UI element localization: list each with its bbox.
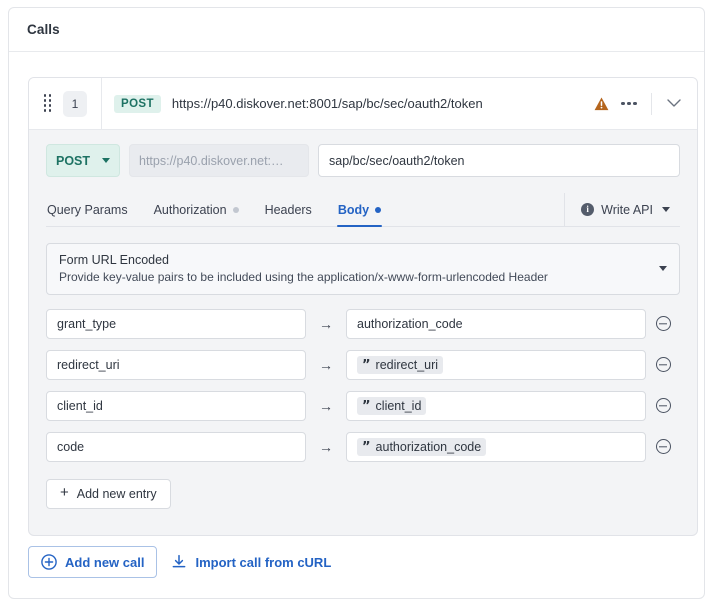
variable-chip: ” redirect_uri <box>357 355 444 374</box>
chevron-down-icon <box>662 207 670 212</box>
import-curl-button[interactable]: Import call from cURL <box>171 546 331 578</box>
actions-divider <box>651 92 652 115</box>
minus-circle-icon <box>655 398 671 414</box>
page-title: Calls <box>27 22 60 37</box>
entry-value-text: authorization_code <box>357 316 463 331</box>
tab-authorization[interactable]: Authorization <box>143 193 250 226</box>
request-url-row: POST https://p40.diskover.net:… sap/bc/s… <box>46 144 680 177</box>
call-sequence-badge: 1 <box>63 90 87 117</box>
request-path-input[interactable]: sap/bc/sec/oauth2/token <box>318 144 680 177</box>
calls-panel: Calls 1 POST https://p40.diskover.net:80… <box>8 7 705 599</box>
entry-value-input[interactable]: ” client_id <box>346 390 646 421</box>
download-icon <box>173 554 186 568</box>
form-entry-row: redirect_uri → ” redirect_uri <box>46 349 680 380</box>
chevron-down-icon <box>102 158 110 163</box>
remove-entry-button[interactable] <box>646 439 680 455</box>
body-type-description: Provide key-value pairs to be included u… <box>59 269 548 284</box>
tab-label: Query Params <box>47 202 128 217</box>
form-entry-row: code → ” authorization_code <box>46 431 680 462</box>
body-type-select[interactable]: Form URL Encoded Provide key-value pairs… <box>46 243 680 295</box>
warning-triangle-icon[interactable] <box>588 91 614 117</box>
quote-icon: ” <box>362 399 371 415</box>
add-new-entry-label: Add new entry <box>76 486 157 501</box>
entry-key-input[interactable]: redirect_uri <box>46 349 306 380</box>
more-options-icon[interactable] <box>616 91 642 117</box>
remove-entry-button[interactable] <box>646 316 680 332</box>
entry-key-input[interactable]: client_id <box>46 390 306 421</box>
form-entries-list: grant_type → authorization_code redirect… <box>46 308 680 462</box>
quote-icon: ” <box>362 440 371 456</box>
add-new-entry-button[interactable]: + Add new entry <box>46 478 171 509</box>
entry-key-value: client_id <box>57 398 103 413</box>
entry-value-input[interactable]: authorization_code <box>346 308 646 339</box>
remove-entry-button[interactable] <box>646 398 680 414</box>
call-url-text: https://p40.diskover.net:8001/sap/bc/sec… <box>171 96 483 111</box>
body-type-texts: Form URL Encoded Provide key-value pairs… <box>59 252 659 286</box>
calls-footer: Add new call Import call from cURL <box>28 546 331 578</box>
arrow-right-icon: → <box>319 397 333 414</box>
chevron-down-icon[interactable] <box>661 91 687 117</box>
method-select[interactable]: POST <box>46 144 120 177</box>
entry-key-value: grant_type <box>57 316 117 331</box>
tab-query-params[interactable]: Query Params <box>46 193 139 226</box>
import-curl-label: Import call from cURL <box>195 554 332 570</box>
base-url-placeholder: https://p40.diskover.net:… <box>139 153 284 168</box>
call-card-header[interactable]: 1 POST https://p40.diskover.net:8001/sap… <box>29 77 697 130</box>
header-divider <box>101 77 102 130</box>
panel-header: Calls <box>9 8 704 52</box>
request-tabs: Query Params Authorization Headers Body … <box>46 193 680 227</box>
entry-key-input[interactable]: grant_type <box>46 308 306 339</box>
entry-value-input[interactable]: ” redirect_uri <box>346 349 646 380</box>
add-new-call-button[interactable]: Add new call <box>28 546 158 578</box>
method-badge: POST <box>114 94 161 113</box>
minus-circle-icon <box>655 316 671 332</box>
tab-status-dot-icon <box>232 206 239 213</box>
call-header-actions <box>588 91 687 117</box>
call-card: 1 POST https://p40.diskover.net:8001/sap… <box>28 77 698 536</box>
tab-status-dot-icon <box>375 206 382 213</box>
method-select-value: POST <box>56 153 91 168</box>
entry-value-text: redirect_uri <box>375 357 439 372</box>
minus-circle-icon <box>655 357 671 373</box>
tab-label: Authorization <box>153 202 227 217</box>
tabs-spacer <box>396 193 564 226</box>
variable-chip: ” client_id <box>357 396 427 415</box>
write-api-label: Write API <box>601 202 653 217</box>
tab-body[interactable]: Body <box>327 193 392 227</box>
request-path-value: sap/bc/sec/oauth2/token <box>329 153 465 168</box>
body-type-title: Form URL Encoded <box>59 253 169 267</box>
quote-icon: ” <box>362 358 371 374</box>
call-card-body: POST https://p40.diskover.net:… sap/bc/s… <box>29 130 697 535</box>
add-new-call-label: Add new call <box>65 554 145 570</box>
entry-value-text: authorization_code <box>375 439 482 454</box>
entry-key-value: redirect_uri <box>57 357 120 372</box>
info-icon: i <box>581 203 595 216</box>
write-api-dropdown[interactable]: i Write API <box>565 193 680 226</box>
minus-circle-icon <box>655 439 671 455</box>
chevron-down-icon <box>659 266 667 272</box>
form-entry-row: grant_type → authorization_code <box>46 308 680 339</box>
drag-handle-icon[interactable] <box>41 93 55 115</box>
entry-key-value: code <box>57 439 85 454</box>
arrow-right-icon: → <box>319 356 333 373</box>
form-entry-row: client_id → ” client_id <box>46 390 680 421</box>
remove-entry-button[interactable] <box>646 357 680 373</box>
plus-circle-icon <box>41 554 57 570</box>
plus-icon: + <box>60 484 69 502</box>
tab-label: Headers <box>264 202 312 217</box>
tab-headers[interactable]: Headers <box>254 193 323 226</box>
arrow-right-icon: → <box>319 438 333 455</box>
entry-value-input[interactable]: ” authorization_code <box>346 431 646 462</box>
tab-label: Body <box>337 202 370 217</box>
base-url-field: https://p40.diskover.net:… <box>129 144 309 177</box>
variable-chip: ” authorization_code <box>357 437 487 456</box>
entry-value-text: client_id <box>375 398 422 413</box>
arrow-right-icon: → <box>319 315 333 332</box>
entry-key-input[interactable]: code <box>46 431 306 462</box>
